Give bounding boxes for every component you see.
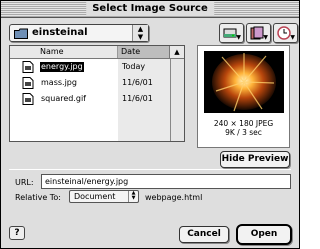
column-header-date-modified[interactable]: Date Modified [118, 46, 170, 68]
select-image-source-dialog: Select Image Source einsteinal ▲ ▼ ▼ ▼ ▼… [0, 0, 300, 249]
file-row[interactable]: mass.jpg 11/6/01 [10, 76, 170, 90]
relative-to-value: Document [74, 192, 116, 201]
file-list-header: Name Date Modified ▲ [10, 46, 184, 68]
file-row[interactable]: squared.gif 11/6/01 [10, 92, 170, 106]
url-input[interactable]: einsteinal/energy.jpg [41, 174, 291, 189]
caret-down-icon: ▼ [290, 34, 295, 41]
preview-size: 9K / 3 sec [225, 128, 262, 137]
title-bar[interactable]: Select Image Source [1, 1, 299, 18]
jpeg-file-icon [22, 77, 34, 92]
jpeg-file-icon [22, 61, 34, 76]
disk-button[interactable]: ▼ [219, 23, 244, 43]
file-name: squared.gif [41, 94, 86, 103]
preview-dimensions: 240 × 180 JPEG [213, 119, 274, 128]
file-date: 11/6/01 [122, 94, 153, 103]
cancel-button[interactable]: Cancel [179, 226, 229, 243]
folder-popup-label: einsteinal [32, 27, 88, 38]
file-name: energy.jpg [40, 62, 84, 72]
hide-preview-button[interactable]: Hide Preview [220, 151, 290, 168]
file-name: mass.jpg [41, 78, 77, 87]
file-date: Today [122, 62, 146, 71]
folder-popup[interactable]: einsteinal ▲ ▼ [9, 24, 149, 42]
column-header-name[interactable]: Name [10, 46, 118, 58]
relative-to-file: webpage.html [145, 193, 203, 202]
caret-down-icon: ▼ [263, 34, 268, 41]
recent-button[interactable]: ▼ [273, 23, 298, 43]
relative-to-select[interactable]: Document ▲ ▼ [69, 190, 139, 203]
file-list[interactable]: Name Date Modified ▲ energy.jpg Today ma… [9, 45, 185, 142]
popup-arrows-icon: ▲ ▼ [132, 25, 148, 41]
file-row[interactable]: energy.jpg Today [10, 60, 170, 74]
file-date: 11/6/01 [122, 78, 153, 87]
open-button[interactable]: Open [236, 224, 292, 245]
image-preview-thumbnail [204, 51, 284, 113]
caret-down-icon: ▼ [236, 34, 241, 41]
image-preview-panel: 240 × 180 JPEG 9K / 3 sec [197, 45, 290, 148]
window-title: Select Image Source [86, 2, 214, 16]
relative-to-label: Relative To: [15, 193, 61, 202]
help-button[interactable]: ? [9, 226, 25, 240]
divider [9, 169, 291, 170]
folder-icon [14, 28, 28, 42]
sort-direction-button[interactable]: ▲ [170, 46, 184, 58]
file-list-scrollbar[interactable] [170, 59, 184, 141]
popup-arrows-icon: ▲ ▼ [128, 191, 138, 202]
gif-file-icon [22, 93, 34, 108]
url-label: URL: [15, 178, 34, 187]
bookmarks-button[interactable]: ▼ [246, 23, 271, 43]
